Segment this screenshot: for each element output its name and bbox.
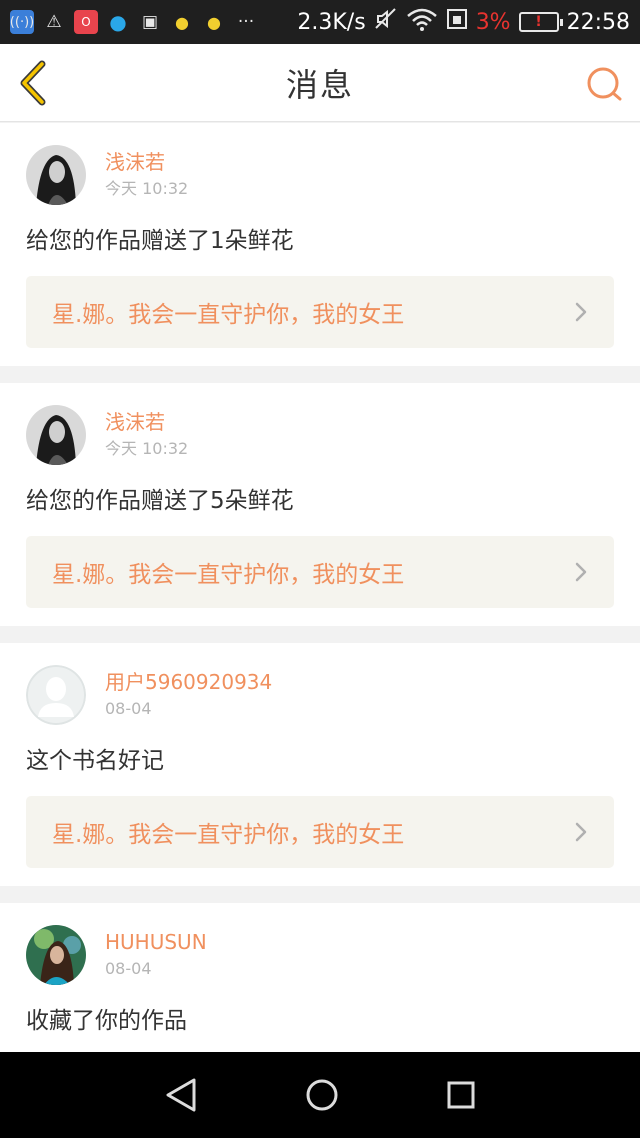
book-link[interactable]: 星.娜。我会一直守护你，我的女王: [26, 796, 614, 868]
message-card: 浅沫若 今天 10:32 给您的作品赠送了1朵鲜花 星.娜。我会一直守护你，我的…: [0, 123, 640, 366]
qq-icon: ●: [109, 10, 127, 34]
more-notifications-icon: ···: [237, 12, 255, 32]
book-title: 星.娜。我会一直守护你，我的女王: [52, 302, 405, 328]
message-card: 浅沫若 今天 10:32 给您的作品赠送了5朵鲜花 星.娜。我会一直守护你，我的…: [0, 383, 640, 626]
sender-name[interactable]: 用户5960920934: [105, 668, 272, 696]
sender-name[interactable]: 浅沫若: [105, 408, 188, 436]
message-time: 今天 10:32: [105, 439, 189, 458]
search-icon: [587, 67, 622, 101]
battery-low-icon: !: [518, 12, 563, 32]
opera-icon: O: [74, 10, 98, 34]
back-button[interactable]: [16, 60, 52, 106]
default-avatar-icon[interactable]: [26, 665, 86, 725]
sender-name[interactable]: HUHUSUN: [105, 928, 207, 956]
avatar[interactable]: [26, 145, 86, 205]
message-card: 用户5960920934 08-04 这个书名好记 星.娜。我会一直守护你，我的…: [0, 643, 640, 886]
book-link[interactable]: 星.娜。我会一直守护你，我的女王: [26, 536, 614, 608]
avatar[interactable]: [26, 925, 86, 985]
book-title: 星.娜。我会一直守护你，我的女王: [52, 822, 405, 848]
wifi-app-icon: ((·)): [10, 10, 34, 34]
chevron-right-icon: [575, 562, 587, 582]
message-text: 收藏了你的作品: [26, 1008, 187, 1034]
image-icon: ▣: [141, 12, 159, 32]
message-text: 这个书名好记: [26, 748, 164, 774]
status-bar: ((·)) ⚠ O ● ▣ ● ● ··· 2.3K/s 3% ! 22:58: [0, 0, 640, 44]
header: 消息: [0, 44, 640, 122]
bulb-icon: ●: [175, 12, 189, 32]
chevron-right-icon: [575, 822, 587, 842]
message-text: 给您的作品赠送了5朵鲜花: [26, 488, 294, 514]
navigation-bar: [0, 1052, 640, 1138]
chevron-left-icon: [20, 60, 46, 106]
nav-home-icon[interactable]: [305, 1078, 339, 1112]
nav-back-icon[interactable]: [164, 1077, 198, 1113]
bulb-icon: ●: [207, 12, 221, 32]
message-list: 浅沫若 今天 10:32 给您的作品赠送了1朵鲜花 星.娜。我会一直守护你，我的…: [0, 123, 640, 1120]
message-time: 08-04: [105, 959, 152, 978]
warning-icon: ⚠: [46, 12, 62, 32]
clock: 22:58: [566, 9, 630, 35]
page-title: 消息: [285, 65, 354, 104]
battery-percent: 3%: [475, 9, 511, 35]
message-text: 给您的作品赠送了1朵鲜花: [26, 228, 294, 254]
book-link[interactable]: 星.娜。我会一直守护你，我的女王: [26, 276, 614, 348]
sender-name[interactable]: 浅沫若: [105, 148, 188, 176]
sim-icon: [446, 7, 468, 37]
avatar[interactable]: [26, 405, 86, 465]
message-time: 今天 10:32: [105, 179, 189, 198]
mute-icon: [374, 7, 398, 37]
nav-recents-icon[interactable]: [446, 1080, 476, 1110]
book-title: 星.娜。我会一直守护你，我的女王: [52, 562, 405, 588]
wifi-icon: [406, 7, 438, 37]
search-button[interactable]: [584, 64, 624, 104]
chevron-right-icon: [575, 302, 587, 322]
net-speed: 2.3K/s: [297, 9, 366, 35]
message-time: 08-04: [105, 699, 152, 718]
